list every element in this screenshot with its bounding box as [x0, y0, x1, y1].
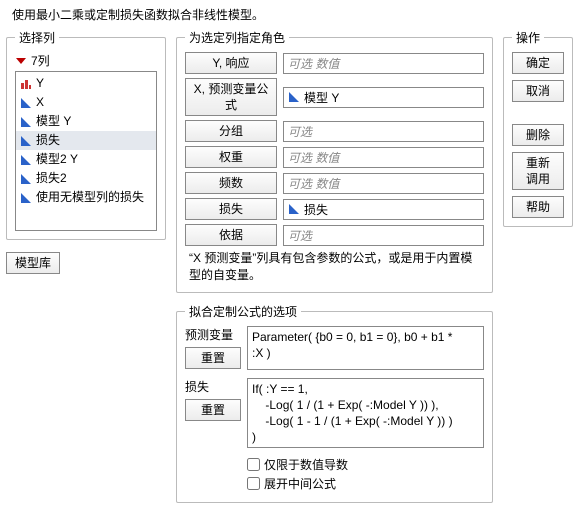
select-columns-group: 选择列 7列 YX 模型 Y 损失模型2 Y 损失2 使用无模型列的损失 [6, 29, 166, 240]
page-description: 使用最小二乘或定制损失函数拟合非线性模型。 [12, 6, 571, 23]
role-slot[interactable]: 可选 数值 [283, 173, 484, 194]
columns-count: 7列 [31, 52, 50, 69]
list-item-label: 使用无模型列的损失 [36, 189, 144, 206]
roles-hint: “X 预测变量”列具有包含参数的公式，或是用于内置模型的自变量。 [189, 250, 480, 284]
role-row: 依据可选 [185, 224, 484, 246]
help-button[interactable]: 帮助 [512, 196, 564, 218]
predictor-reset-button[interactable]: 重置 [185, 347, 241, 369]
role-value: 损失 [304, 201, 328, 218]
role-row: X, 预测变量公式 模型 Y [185, 78, 484, 116]
remove-button[interactable]: 删除 [512, 124, 564, 146]
list-item-label: 模型 Y [36, 113, 71, 130]
role-row: 损失 损失 [185, 198, 484, 220]
role-button[interactable]: 损失 [185, 198, 277, 220]
role-button[interactable]: 分组 [185, 120, 277, 142]
model-library-button[interactable]: 模型库 [6, 252, 60, 274]
loss-formula-text[interactable]: If( :Y == 1, -Log( 1 / (1 + Exp( -:Model… [247, 378, 484, 449]
actions-legend: 操作 [512, 29, 544, 46]
select-columns-legend: 选择列 [15, 29, 59, 46]
role-slot[interactable]: 可选 数值 [283, 53, 484, 74]
list-item[interactable]: 损失 [16, 131, 156, 150]
role-slot[interactable]: 损失 [283, 199, 484, 220]
predictor-formula-text[interactable]: Parameter( {b0 = 0, b1 = 0}, b0 + b1 * :… [247, 326, 484, 370]
list-item[interactable]: X [16, 93, 156, 112]
role-row: 频数可选 数值 [185, 172, 484, 194]
role-row: 权重可选 数值 [185, 146, 484, 168]
role-button[interactable]: 依据 [185, 224, 277, 246]
expand-formula-checkbox[interactable]: 展开中间公式 [247, 475, 484, 492]
role-button[interactable]: Y, 响应 [185, 52, 277, 74]
recall-button[interactable]: 重新调用 [512, 152, 564, 190]
role-value: 模型 Y [304, 89, 339, 106]
loss-reset-button[interactable]: 重置 [185, 399, 241, 421]
assign-roles-group: 为选定列指定角色 Y, 响应可选 数值X, 预测变量公式模型 Y分组可选权重可选… [176, 29, 493, 293]
list-item[interactable]: 模型2 Y [16, 150, 156, 169]
list-item[interactable]: 使用无模型列的损失 [16, 188, 156, 207]
role-button[interactable]: 频数 [185, 172, 277, 194]
role-row: Y, 响应可选 数值 [185, 52, 484, 74]
fit-options-legend: 拟合定制公式的选项 [185, 303, 301, 320]
list-item[interactable]: 损失2 [16, 169, 156, 188]
actions-group: 操作 确定 取消 删除 重新调用 帮助 [503, 29, 573, 227]
list-item[interactable]: 模型 Y [16, 112, 156, 131]
loss-label: 损失 [185, 378, 241, 395]
role-button[interactable]: X, 预测变量公式 [185, 78, 277, 116]
role-slot[interactable]: 可选 [283, 121, 484, 142]
list-item-label: 模型2 Y [36, 151, 78, 168]
disclosure-icon[interactable] [15, 55, 27, 67]
role-slot[interactable]: 模型 Y [283, 87, 484, 108]
role-slot[interactable]: 可选 [283, 225, 484, 246]
list-item[interactable]: Y [16, 74, 156, 93]
numeric-derivatives-checkbox[interactable]: 仅限于数值导数 [247, 456, 484, 473]
role-row: 分组可选 [185, 120, 484, 142]
role-slot[interactable]: 可选 数值 [283, 147, 484, 168]
list-item-label: X [36, 94, 44, 111]
list-item-label: 损失 [36, 132, 60, 149]
list-item-label: 损失2 [36, 170, 67, 187]
list-item-label: Y [36, 75, 44, 92]
predictor-label: 预测变量 [185, 326, 241, 343]
cancel-button[interactable]: 取消 [512, 80, 564, 102]
role-button[interactable]: 权重 [185, 146, 277, 168]
ok-button[interactable]: 确定 [512, 52, 564, 74]
assign-roles-legend: 为选定列指定角色 [185, 29, 289, 46]
fit-options-group: 拟合定制公式的选项 预测变量 重置 Parameter( {b0 = 0, b1… [176, 303, 493, 504]
columns-listbox[interactable]: YX 模型 Y 损失模型2 Y 损失2 使用无模型列的损失 [15, 71, 157, 231]
